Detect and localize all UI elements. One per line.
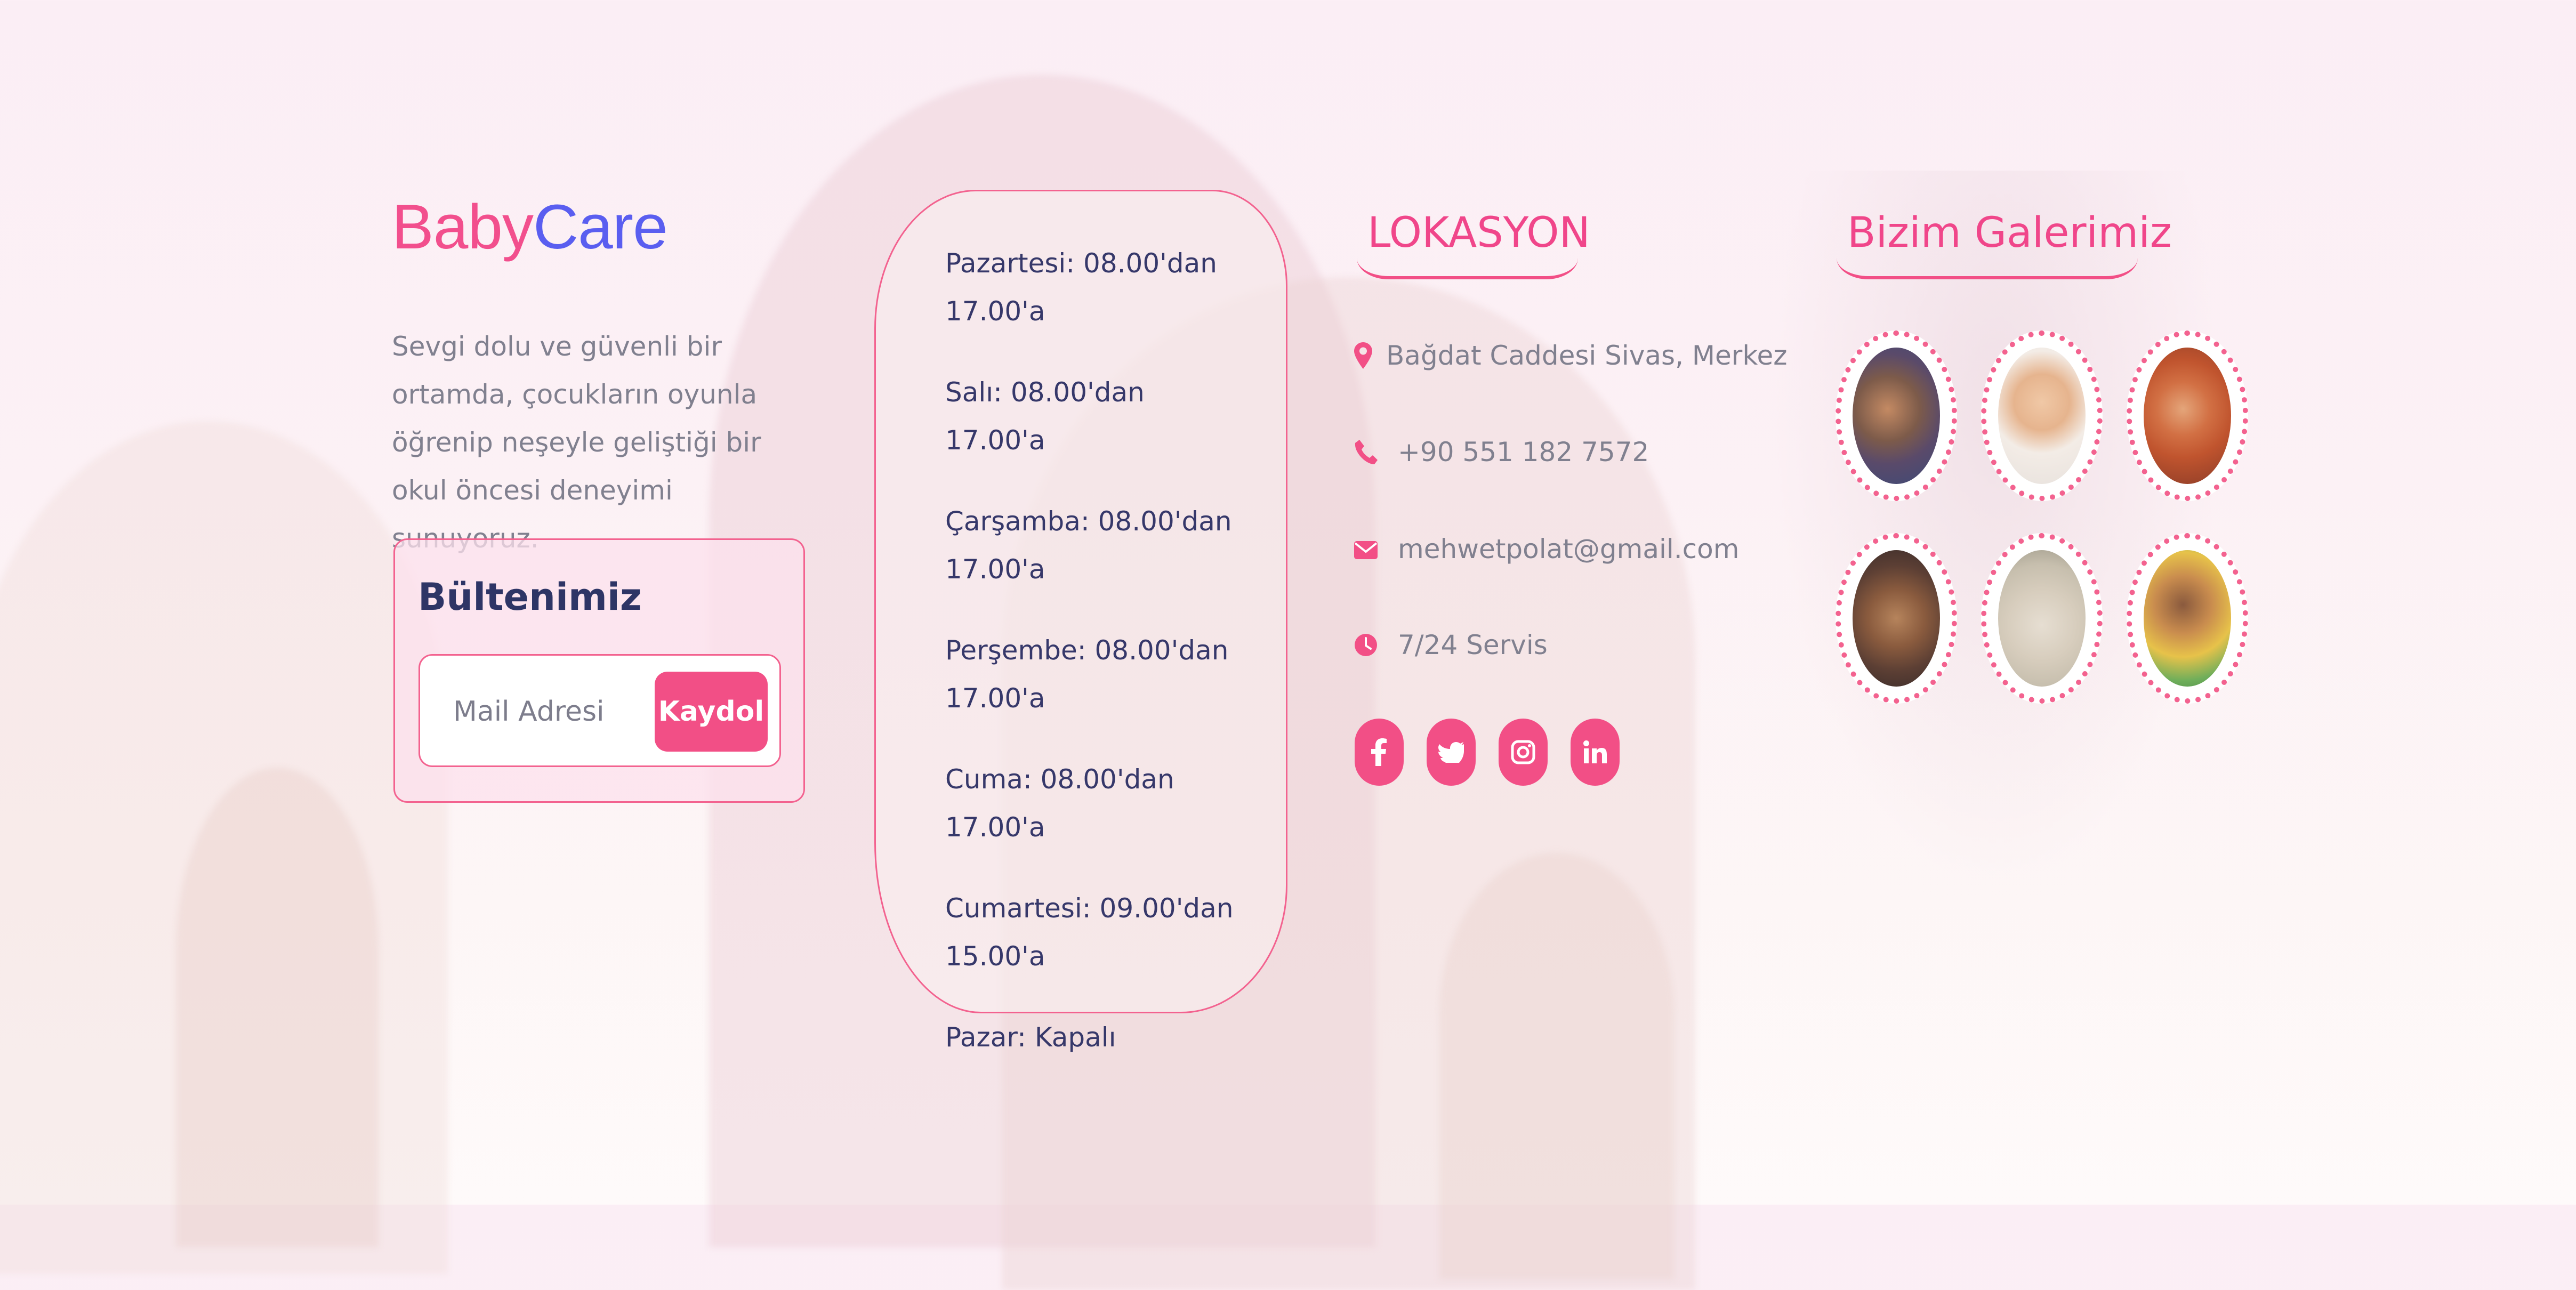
hours-item-tuesday: Salı: 08.00'dan 17.00'a xyxy=(945,377,1145,456)
newsletter-form: Kaydol xyxy=(418,654,781,767)
contact-address-text: Bağdat Caddesi Sivas, Merkez xyxy=(1386,340,1788,371)
location-title: LOKASYON xyxy=(1367,209,1590,257)
hours-item-wednesday: Çarşamba: 08.00'dan 17.00'a xyxy=(945,506,1232,585)
envelope-icon xyxy=(1354,536,1378,562)
gallery-photo-child-drawing[interactable] xyxy=(1981,330,2103,501)
gallery-title-underline xyxy=(1837,255,2138,279)
contact-phone-text: +90 551 182 7572 xyxy=(1398,437,1649,467)
contact-service-text: 7/24 Servis xyxy=(1398,630,1548,660)
newsletter-box: Bültenimiz Kaydol xyxy=(393,538,805,803)
subscribe-button[interactable]: Kaydol xyxy=(655,672,768,752)
opening-hours-box: Pazartesi: 08.00'dan 17.00'a Salı: 08.00… xyxy=(874,190,1287,1053)
facebook-icon[interactable] xyxy=(1355,719,1404,786)
contact-email-text: mehwetpolat@gmail.com xyxy=(1398,534,1740,565)
hours-item-monday: Pazartesi: 08.00'dan 17.00'a xyxy=(945,248,1217,327)
brand-logo[interactable]: BabyCare xyxy=(392,190,668,264)
gallery-photo-image xyxy=(1853,348,1940,484)
background-arch xyxy=(176,768,379,1247)
map-pin-icon xyxy=(1354,342,1375,369)
brand-logo-part2: Care xyxy=(533,192,668,262)
hours-item-thursday: Perşembe: 08.00'dan 17.00'a xyxy=(945,635,1229,714)
contact-email[interactable]: mehwetpolat@gmail.com xyxy=(1354,525,1739,573)
opening-hours-list: Pazartesi: 08.00'dan 17.00'a Salı: 08.00… xyxy=(945,239,1244,1061)
gallery-photo-toddler-toys[interactable] xyxy=(2127,533,2248,704)
brand-logo-part1: Baby xyxy=(392,192,534,262)
location-title-underline xyxy=(1357,255,1578,279)
gallery-photo-image xyxy=(1998,550,2086,687)
contact-address[interactable]: Bağdat Caddesi Sivas, Merkez xyxy=(1354,332,1788,380)
contact-service: 7/24 Servis xyxy=(1354,621,1548,669)
background-arch xyxy=(1439,853,1674,1279)
gallery-title: Bizim Galerimiz xyxy=(1847,209,2172,257)
newsletter-title: Bültenimiz xyxy=(418,575,642,619)
social-links xyxy=(1355,719,1620,786)
gallery-photo-image xyxy=(2144,348,2231,484)
phone-icon xyxy=(1354,439,1378,465)
gallery-photo-child-painting[interactable] xyxy=(2127,330,2248,501)
twitter-icon[interactable] xyxy=(1427,719,1476,786)
hours-item-sunday: Pazar: Kapalı xyxy=(945,1022,1116,1053)
gallery-photo-image xyxy=(1853,550,1940,687)
hours-item-friday: Cuma: 08.00'dan 17.00'a xyxy=(945,764,1174,843)
gallery-photo-classroom-group[interactable] xyxy=(1836,330,1957,501)
linkedin-icon[interactable] xyxy=(1571,719,1620,786)
contact-phone[interactable]: +90 551 182 7572 xyxy=(1354,428,1649,476)
instagram-icon[interactable] xyxy=(1499,719,1548,786)
hours-item-saturday: Cumartesi: 09.00'dan 15.00'a xyxy=(945,893,1234,972)
gallery-photo-children-playing-floor[interactable] xyxy=(1981,533,2103,704)
clock-icon xyxy=(1354,632,1377,658)
email-input[interactable] xyxy=(452,684,635,739)
gallery-photo-child-blocks[interactable] xyxy=(1836,533,1957,704)
about-text: Sevgi dolu ve güvenli bir ortamda, çocuk… xyxy=(392,331,761,554)
gallery-photo-image xyxy=(1998,348,2086,484)
gallery-photo-image xyxy=(2144,550,2231,687)
